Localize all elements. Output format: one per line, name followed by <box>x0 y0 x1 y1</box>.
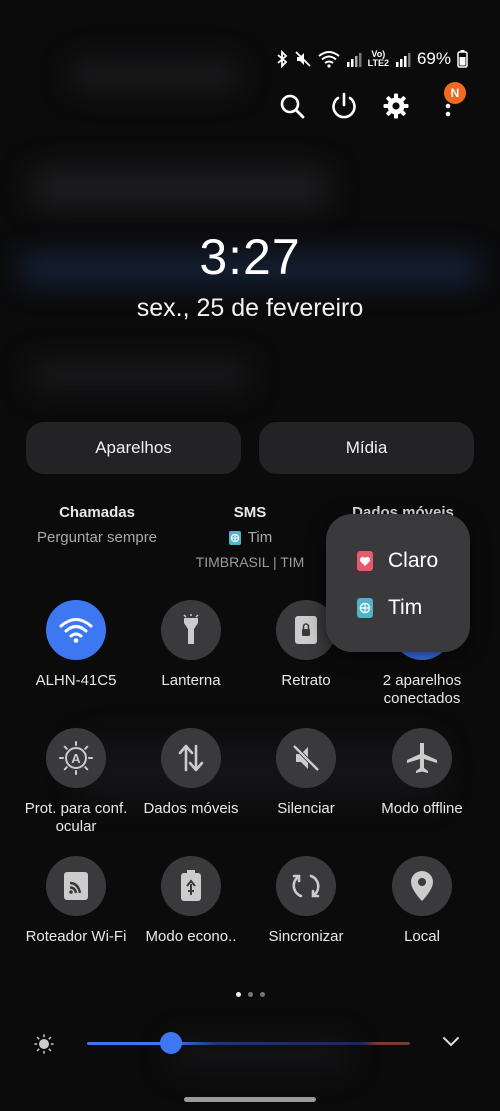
media-button[interactable]: Mídia <box>259 422 474 474</box>
tile-flashlight[interactable]: Lanterna <box>136 600 246 690</box>
sim-select-popup: Claro Tim <box>326 514 470 652</box>
flashlight-icon <box>183 614 199 644</box>
sms-value-row: Tim <box>170 529 330 546</box>
battery-icon <box>457 50 468 68</box>
tile-label: 2 aparelhos conectados <box>382 672 462 707</box>
mobile-data-icon <box>178 744 204 772</box>
sim-option-claro[interactable]: Claro <box>356 549 438 573</box>
tile-hotspot[interactable]: Roteador Wi-Fi <box>21 856 131 946</box>
calls-title: Chamadas <box>59 504 135 521</box>
brightness-icon <box>34 1034 54 1054</box>
more-options-button[interactable]: N <box>430 82 466 124</box>
page-dot <box>259 992 265 997</box>
volte-lte2-icon: Vo) LTE2 <box>368 50 389 68</box>
mute-icon <box>292 744 320 772</box>
sms-value: Tim <box>247 529 273 546</box>
wifi-icon <box>59 618 93 643</box>
sim-option-label: Tim <box>388 596 423 619</box>
wifi-icon <box>318 50 340 68</box>
location-icon <box>411 871 433 901</box>
gesture-nav-handle[interactable] <box>184 1097 316 1102</box>
brightness-slider-track[interactable] <box>87 1042 410 1045</box>
search-button[interactable] <box>274 88 310 124</box>
page-dot-active <box>235 992 241 997</box>
signal-icon-2 <box>395 51 411 67</box>
sim-option-label: Claro <box>388 549 439 572</box>
tile-airplane[interactable]: Modo offline <box>367 728 477 818</box>
settings-icon <box>383 93 409 119</box>
tile-label: Prot. para conf. ocular <box>24 800 128 835</box>
tile-sync[interactable]: Sincronizar <box>251 856 361 946</box>
wifi-tile-button[interactable] <box>46 600 106 660</box>
calls-value: Perguntar sempre <box>36 529 158 546</box>
hotspot-icon <box>64 872 88 900</box>
power-saving-icon <box>181 870 201 901</box>
tile-label: Sincronizar <box>268 928 344 945</box>
eye-comfort-icon: A <box>59 741 93 775</box>
quick-panel-actions: N <box>0 82 500 124</box>
tile-label: Local <box>404 928 440 945</box>
tile-label: ALHN-41C5 <box>35 672 117 689</box>
tile-power-saving[interactable]: Modo econo.. <box>136 856 246 946</box>
tile-label: Retrato <box>281 672 331 689</box>
mobile-data-tile-button[interactable] <box>161 728 221 788</box>
tile-label: Modo offline <box>381 800 463 817</box>
sms-sim-setting[interactable]: SMS Tim <box>170 504 330 546</box>
tile-mute[interactable]: Silenciar <box>251 728 361 818</box>
tile-mobile-data[interactable]: Dados móveis <box>136 728 246 818</box>
power-button[interactable] <box>326 88 362 124</box>
carrier-line: TIMBRASIL | TIM <box>195 554 305 570</box>
portrait-lock-icon <box>295 616 317 644</box>
clock-time: 3:27 <box>199 229 301 285</box>
bluetooth-icon <box>276 50 288 68</box>
sim-option-tim[interactable]: Tim <box>356 596 422 620</box>
page-indicator <box>0 992 500 997</box>
tile-label: Roteador Wi-Fi <box>25 928 127 945</box>
flashlight-tile-button[interactable] <box>161 600 221 660</box>
calls-sim-setting[interactable]: Chamadas Perguntar sempre <box>17 504 177 546</box>
sim-tim-icon <box>357 598 373 618</box>
tile-wifi[interactable]: ALHN-41C5 <box>21 600 131 690</box>
airplane-tile-button[interactable] <box>392 728 452 788</box>
tile-label: Modo econo.. <box>145 928 237 945</box>
clock-date: sex., 25 de fevereiro <box>136 294 364 322</box>
mute-icon <box>294 50 312 68</box>
signal-icon <box>346 51 362 67</box>
lte-text: LTE2 <box>367 58 389 68</box>
sms-title: SMS <box>233 504 267 521</box>
chevron-down-icon[interactable] <box>442 1036 460 1048</box>
location-tile-button[interactable] <box>392 856 452 916</box>
battery-percent: 69% <box>416 49 451 68</box>
tile-label: Lanterna <box>161 672 221 689</box>
tile-label: Silenciar <box>277 800 335 817</box>
settings-button[interactable] <box>378 88 414 124</box>
tile-location[interactable]: Local <box>367 856 477 946</box>
tile-eye-comfort[interactable]: A Prot. para conf. ocular <box>21 728 131 836</box>
airplane-icon <box>407 743 437 773</box>
sync-tile-button[interactable] <box>276 856 336 916</box>
tile-label: Dados móveis <box>143 800 239 817</box>
search-icon <box>280 94 305 119</box>
svg-text:A: A <box>71 751 81 766</box>
eye-comfort-tile-button[interactable]: A <box>46 728 106 788</box>
brightness-control <box>30 1030 470 1056</box>
sim-tim-icon <box>228 530 241 545</box>
page-dot <box>247 992 253 997</box>
power-saving-tile-button[interactable] <box>161 856 221 916</box>
power-icon <box>332 92 356 119</box>
sim-claro-icon <box>357 551 373 571</box>
hotspot-tile-button[interactable] <box>46 856 106 916</box>
status-bar: Vo) LTE2 69% <box>276 46 468 72</box>
mute-tile-button[interactable] <box>276 728 336 788</box>
brightness-slider-thumb[interactable] <box>159 1032 182 1054</box>
devices-button[interactable]: Aparelhos <box>26 422 241 474</box>
notification-badge: N <box>444 82 466 104</box>
sync-icon <box>292 874 320 898</box>
